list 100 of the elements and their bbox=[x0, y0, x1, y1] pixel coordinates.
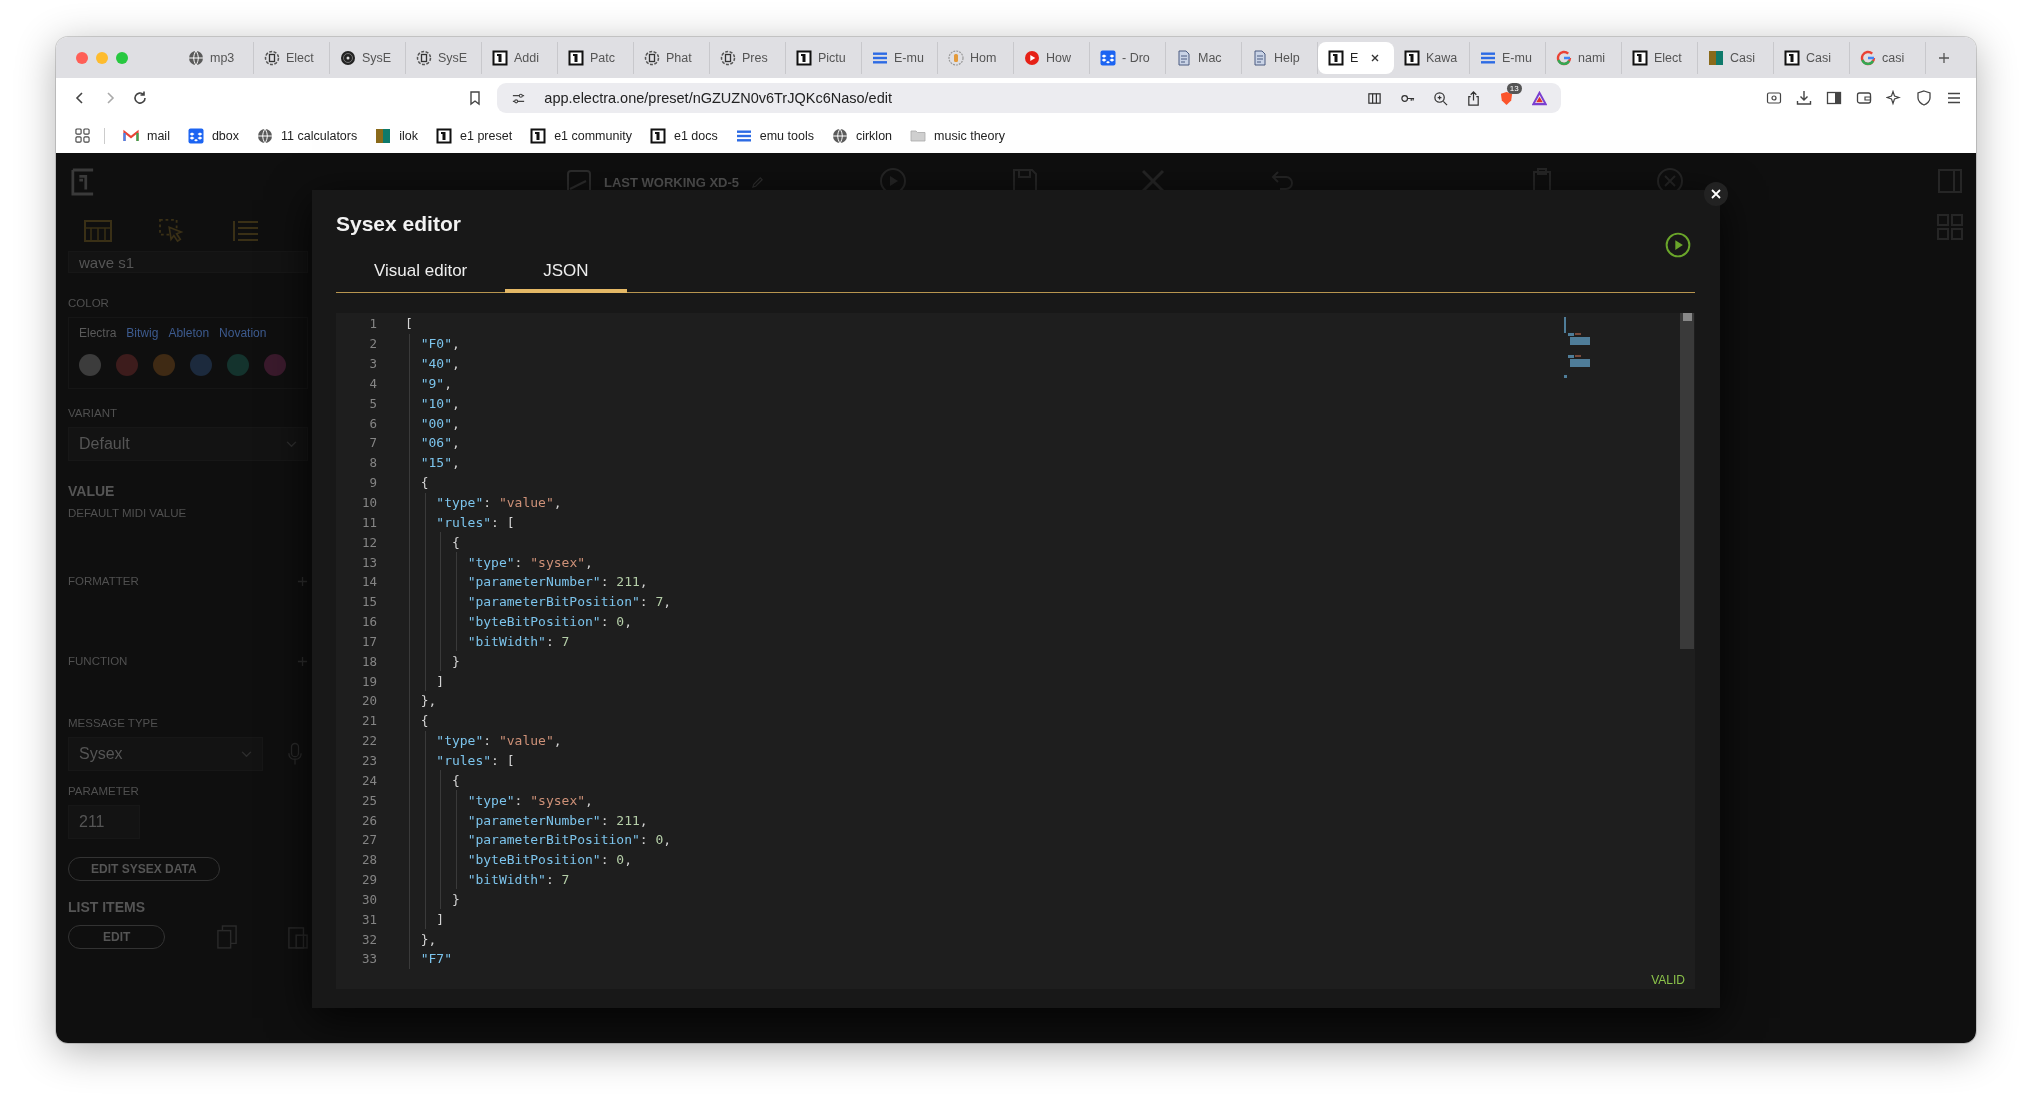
add-icon[interactable] bbox=[297, 655, 308, 667]
logo-icon bbox=[1404, 49, 1420, 66]
shield-icon[interactable] bbox=[1916, 90, 1932, 106]
close-icon[interactable] bbox=[1704, 182, 1728, 206]
editor-tab[interactable]: JSON bbox=[505, 261, 627, 293]
keyboard-icon[interactable] bbox=[84, 219, 112, 243]
bookmark-link[interactable]: 11 calculators bbox=[281, 128, 358, 143]
reload-icon[interactable] bbox=[132, 90, 148, 106]
zoom-icon[interactable] bbox=[1432, 90, 1448, 106]
bookmark-link[interactable]: e1 docs bbox=[673, 128, 718, 143]
reader-icon[interactable] bbox=[1366, 90, 1382, 106]
browser-tab[interactable]: Casi bbox=[1698, 41, 1774, 74]
browser-tab[interactable]: Addi bbox=[482, 41, 558, 74]
code-editor[interactable] bbox=[336, 313, 1695, 989]
color-swatch[interactable] bbox=[79, 354, 101, 376]
apps-grid-icon[interactable] bbox=[75, 128, 90, 143]
square-icon bbox=[375, 127, 392, 144]
color-swatch[interactable] bbox=[227, 354, 249, 376]
paste-icon[interactable] bbox=[288, 925, 308, 949]
bookmark-link[interactable]: dbox bbox=[211, 128, 240, 143]
line-number: 21 bbox=[360, 713, 377, 729]
color-swatch[interactable] bbox=[116, 354, 138, 376]
browser-tab[interactable]: SysE bbox=[406, 41, 482, 74]
variant-label: VARIANT bbox=[68, 407, 117, 419]
download-icon[interactable] bbox=[1796, 90, 1812, 106]
add-icon[interactable] bbox=[297, 575, 308, 587]
app-logo-icon[interactable] bbox=[71, 168, 95, 196]
bookmark-link[interactable]: ilok bbox=[399, 128, 418, 143]
screenshot-icon[interactable] bbox=[1766, 90, 1782, 106]
globe-icon bbox=[831, 127, 848, 144]
line-number: 20 bbox=[360, 693, 377, 709]
line-number: 3 bbox=[368, 356, 377, 372]
line-number: 4 bbox=[368, 375, 377, 391]
chevron-icon[interactable] bbox=[286, 440, 297, 448]
play-circle-icon[interactable] bbox=[1665, 232, 1691, 258]
browser-tab[interactable]: nami bbox=[1546, 41, 1622, 74]
bookmark-link[interactable]: e1 preset bbox=[460, 128, 513, 143]
chevron-icon[interactable] bbox=[241, 750, 252, 758]
browser-tab[interactable]: E-mu bbox=[1470, 41, 1546, 74]
bookmark-link[interactable]: music theory bbox=[934, 128, 1005, 143]
document-icon bbox=[1252, 49, 1268, 66]
new-tab-icon[interactable] bbox=[1938, 51, 1950, 64]
close-icon[interactable] bbox=[1370, 52, 1381, 63]
parameter-label: PARAMETER bbox=[68, 785, 139, 797]
browser-tab[interactable]: Kawa bbox=[1394, 41, 1470, 74]
line-number: 30 bbox=[360, 891, 377, 907]
browser-tab[interactable]: E-mu bbox=[862, 41, 938, 74]
menu-icon[interactable] bbox=[1946, 90, 1962, 106]
browser-tab[interactable]: mp3 bbox=[178, 41, 254, 74]
browser-tab[interactable]: Pictu bbox=[786, 41, 862, 74]
line-number: 18 bbox=[360, 653, 377, 669]
copy-icon[interactable] bbox=[216, 925, 237, 949]
bookmark-link[interactable]: cirklon bbox=[855, 128, 893, 143]
line-number: 16 bbox=[360, 614, 377, 630]
code-line: "10", bbox=[419, 395, 460, 411]
logo-icon bbox=[1632, 49, 1648, 66]
browser-tab[interactable]: Hom bbox=[938, 41, 1014, 74]
list-icon[interactable] bbox=[232, 219, 260, 243]
microphone-icon[interactable] bbox=[288, 742, 302, 766]
logo-icon bbox=[568, 49, 584, 66]
code-line: } bbox=[450, 891, 460, 907]
address-bar[interactable]: app.electra.one/preset/nGZUZN0v6TrJQKc6Naso/edit 13 bbox=[497, 83, 1561, 113]
maximize-window-icon[interactable] bbox=[116, 51, 128, 64]
wallet-icon[interactable] bbox=[1856, 90, 1872, 106]
bookmark-link[interactable]: emu tools bbox=[759, 128, 814, 143]
sidebar-icon[interactable] bbox=[1826, 90, 1842, 106]
bookmark-link[interactable]: mail bbox=[147, 128, 170, 143]
browser-tab[interactable]: casi bbox=[1850, 41, 1926, 74]
close-window-icon[interactable] bbox=[76, 51, 88, 64]
browser-tab[interactable]: Patc bbox=[558, 41, 634, 74]
browser-tab[interactable]: Pres bbox=[710, 41, 786, 74]
color-swatch[interactable] bbox=[264, 354, 286, 376]
browser-tab[interactable]: Phat bbox=[634, 41, 710, 74]
line-number: 15 bbox=[360, 594, 377, 610]
browser-tab[interactable]: E bbox=[1318, 41, 1394, 74]
browser-tab[interactable]: SysE bbox=[330, 41, 406, 74]
sparkle-icon[interactable] bbox=[1886, 90, 1902, 106]
count-badge: 13 bbox=[1506, 82, 1522, 94]
browser-tab[interactable]: Mac bbox=[1166, 41, 1242, 74]
lion-shield-icon[interactable] bbox=[1498, 90, 1514, 106]
dialog-title: Sysex editor bbox=[336, 212, 461, 236]
browser-tab[interactable]: Help bbox=[1242, 41, 1318, 74]
minimize-window-icon[interactable] bbox=[96, 51, 108, 64]
color-swatch[interactable] bbox=[153, 354, 175, 376]
scrollbar[interactable] bbox=[1680, 313, 1694, 649]
code-line: "byteBitPosition": 0, bbox=[466, 852, 632, 868]
browser-tab[interactable]: - Dro bbox=[1090, 41, 1166, 74]
bookmark-link[interactable]: e1 community bbox=[554, 128, 632, 143]
browser-tab[interactable]: Elect bbox=[1622, 41, 1698, 74]
code-line: } bbox=[450, 653, 460, 669]
ring-logo-icon bbox=[264, 49, 280, 66]
browser-tab[interactable]: Casi bbox=[1774, 41, 1850, 74]
pencil-icon[interactable] bbox=[751, 175, 765, 189]
browser-tab[interactable]: Elect bbox=[254, 41, 330, 74]
editor-tab[interactable]: Visual editor bbox=[336, 261, 506, 293]
share-icon[interactable] bbox=[1465, 90, 1481, 106]
triangle-icon[interactable] bbox=[1531, 90, 1547, 106]
color-swatch[interactable] bbox=[190, 354, 212, 376]
code-line: [ bbox=[405, 316, 413, 332]
browser-tab[interactable]: How bbox=[1014, 41, 1090, 74]
